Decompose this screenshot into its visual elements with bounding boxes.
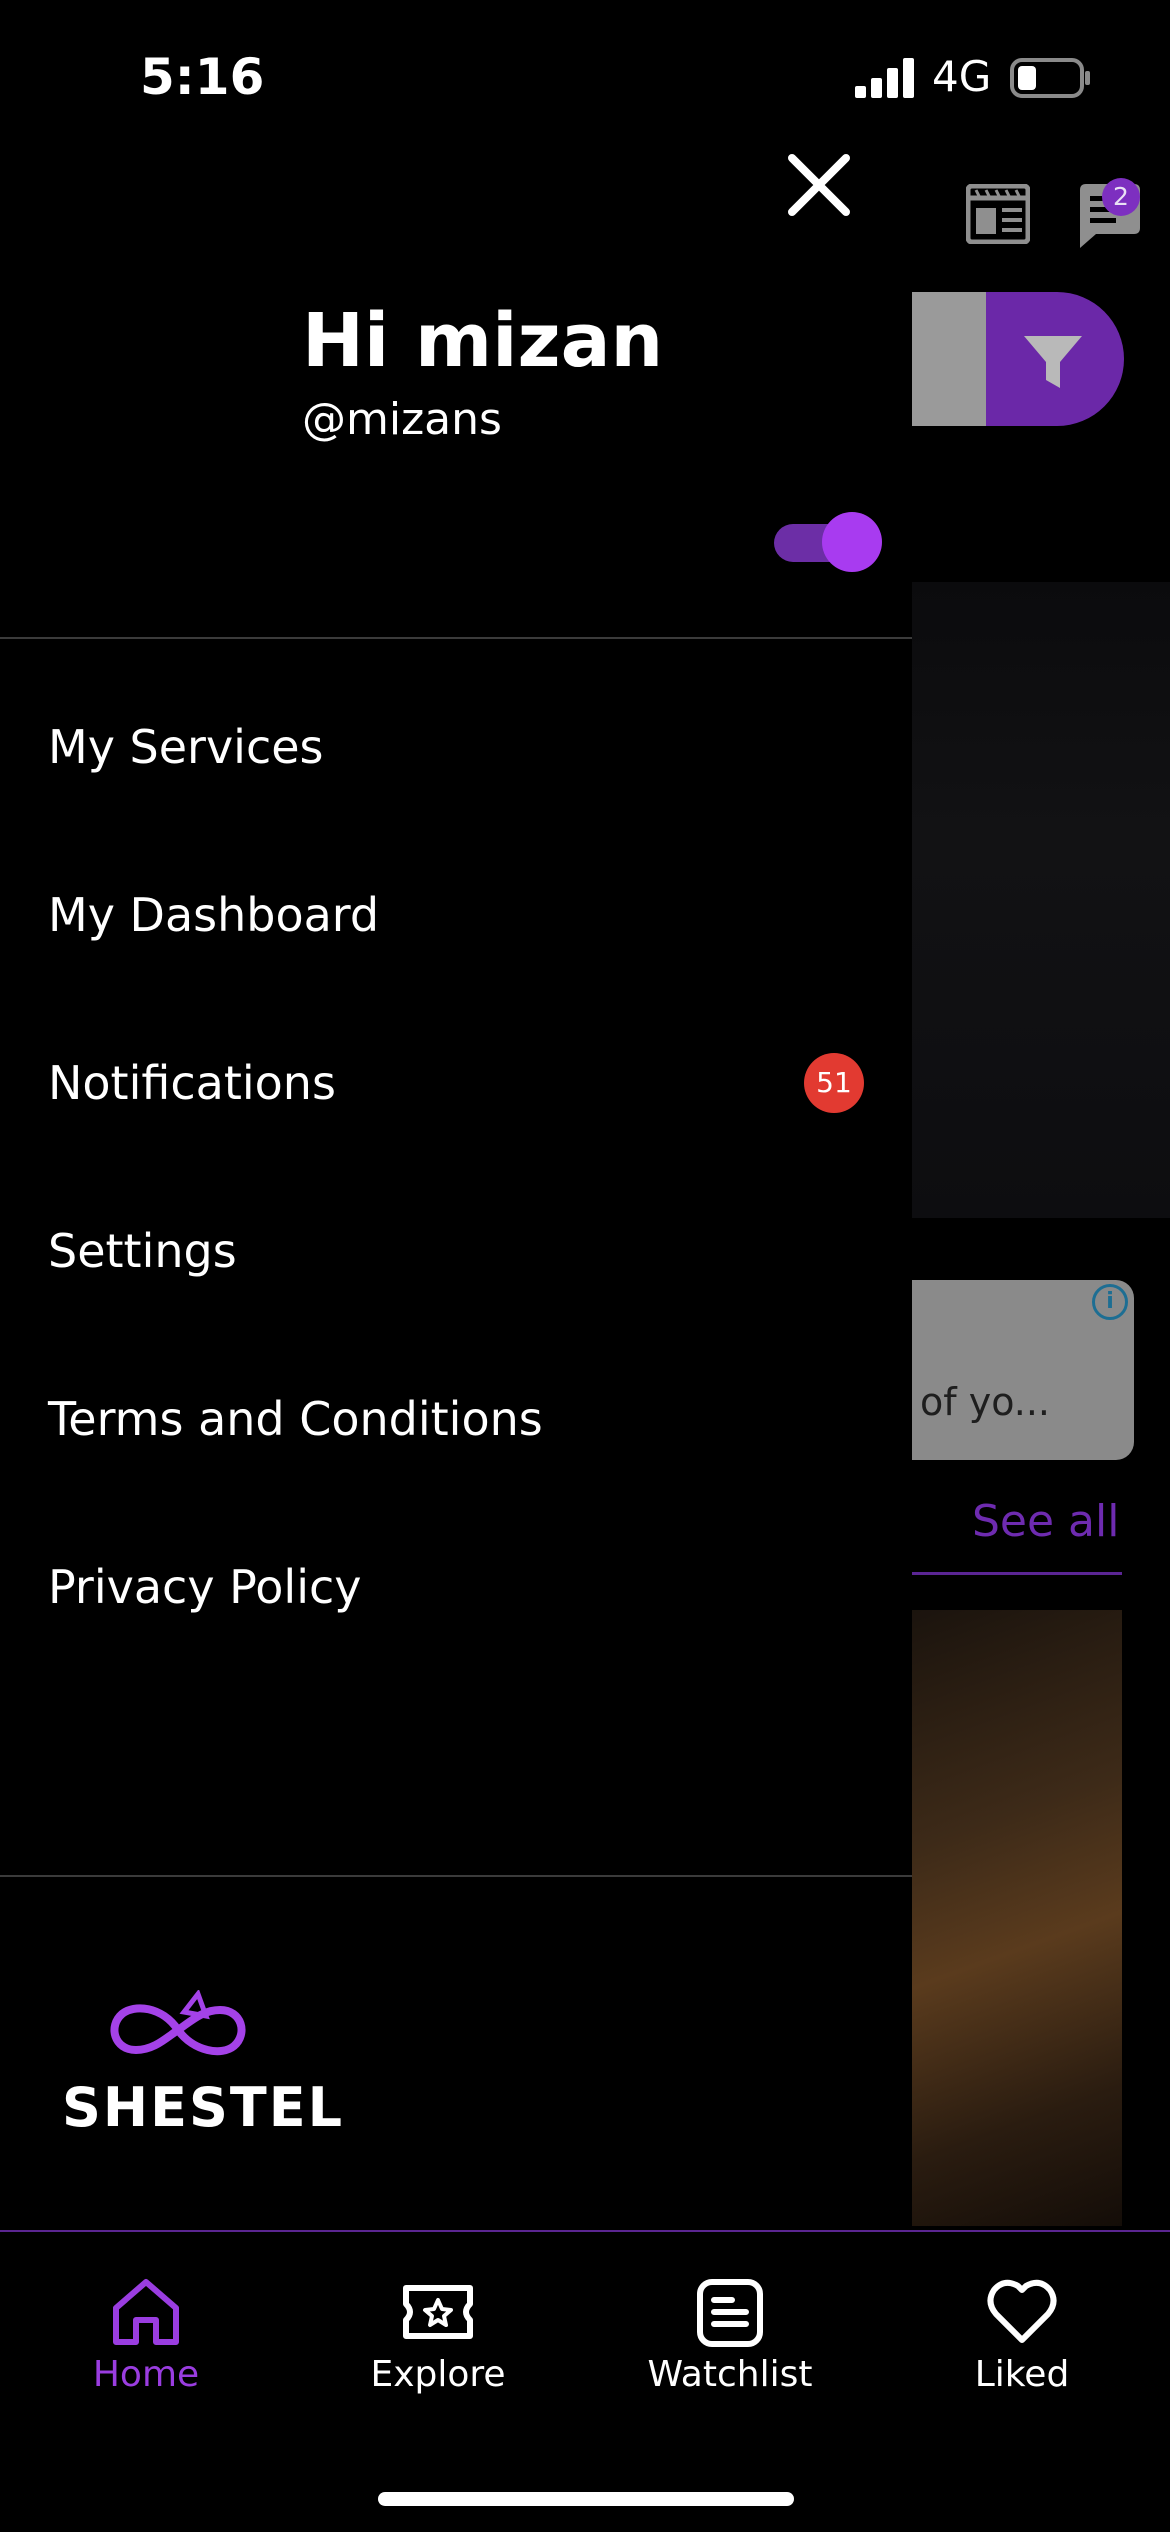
drawer-menu: My Services My Dashboard Notifications 5… bbox=[0, 663, 912, 1671]
divider bbox=[0, 1875, 912, 1877]
news-icon[interactable] bbox=[965, 183, 1031, 245]
filter-button[interactable] bbox=[986, 292, 1124, 426]
menu-item-label: My Services bbox=[48, 720, 324, 774]
toggle-knob bbox=[822, 512, 882, 572]
home-icon bbox=[113, 2279, 179, 2345]
notification-count-badge: 51 bbox=[804, 1053, 864, 1113]
menu-item-label: Settings bbox=[48, 1224, 237, 1278]
menu-item-my-dashboard[interactable]: My Dashboard bbox=[0, 831, 912, 999]
heart-icon bbox=[987, 2279, 1057, 2343]
menu-item-label: Notifications bbox=[48, 1056, 336, 1110]
nav-label: Home bbox=[92, 2354, 200, 2395]
menu-item-notifications[interactable]: Notifications 51 bbox=[0, 999, 912, 1167]
see-all-link[interactable]: See all bbox=[972, 1496, 1119, 1547]
user-handle: @mizans bbox=[302, 394, 502, 445]
close-icon bbox=[788, 154, 850, 216]
divider bbox=[0, 637, 912, 639]
nav-label: Watchlist bbox=[647, 2354, 813, 2395]
status-time: 5:16 bbox=[140, 48, 265, 106]
greeting-title: Hi mizan bbox=[302, 298, 664, 384]
menu-item-label: Terms and Conditions bbox=[48, 1392, 543, 1446]
nav-label: Explore bbox=[370, 2354, 506, 2395]
status-bar: 5:16 4G bbox=[0, 0, 1170, 150]
ad-text: of yo... bbox=[920, 1380, 1051, 1424]
movie-poster[interactable] bbox=[900, 1610, 1122, 2226]
nav-home[interactable]: Home bbox=[36, 2274, 256, 2414]
info-icon[interactable]: i bbox=[1092, 1284, 1128, 1320]
nav-liked[interactable]: Liked bbox=[912, 2274, 1132, 2414]
ticket-star-icon bbox=[403, 2285, 473, 2339]
menu-item-label: Privacy Policy bbox=[48, 1560, 362, 1614]
network-label: 4G bbox=[932, 52, 992, 101]
search-box[interactable] bbox=[900, 292, 990, 426]
filter-icon bbox=[1024, 336, 1082, 388]
nav-watchlist[interactable]: Watchlist bbox=[620, 2274, 840, 2414]
menu-item-settings[interactable]: Settings bbox=[0, 1167, 912, 1335]
menu-item-my-services[interactable]: My Services bbox=[0, 663, 912, 831]
menu-item-label: My Dashboard bbox=[48, 888, 380, 942]
theme-toggle[interactable] bbox=[774, 512, 884, 572]
section-underline bbox=[900, 1572, 1122, 1575]
nav-explore[interactable]: Explore bbox=[328, 2274, 548, 2414]
close-button[interactable] bbox=[782, 148, 856, 222]
brand-name: SHESTEL bbox=[62, 2076, 344, 2139]
list-icon bbox=[697, 2279, 763, 2347]
chat-badge: 2 bbox=[1102, 178, 1140, 216]
bottom-nav: Home Explore Watchlist Liked bbox=[0, 2230, 1170, 2532]
nav-label: Liked bbox=[974, 2354, 1070, 2395]
signal-icon bbox=[855, 58, 914, 98]
featured-banner[interactable] bbox=[900, 582, 1170, 1218]
home-indicator[interactable] bbox=[378, 2492, 794, 2506]
menu-item-terms[interactable]: Terms and Conditions bbox=[0, 1335, 912, 1503]
battery-icon bbox=[1010, 58, 1090, 98]
brand-logo: SHESTEL bbox=[62, 1990, 342, 2140]
side-drawer: Hi mizan @mizans My Services My Dashboar… bbox=[0, 0, 912, 2230]
menu-item-privacy[interactable]: Privacy Policy bbox=[0, 1503, 912, 1671]
infinity-logo-icon bbox=[110, 1990, 246, 2056]
